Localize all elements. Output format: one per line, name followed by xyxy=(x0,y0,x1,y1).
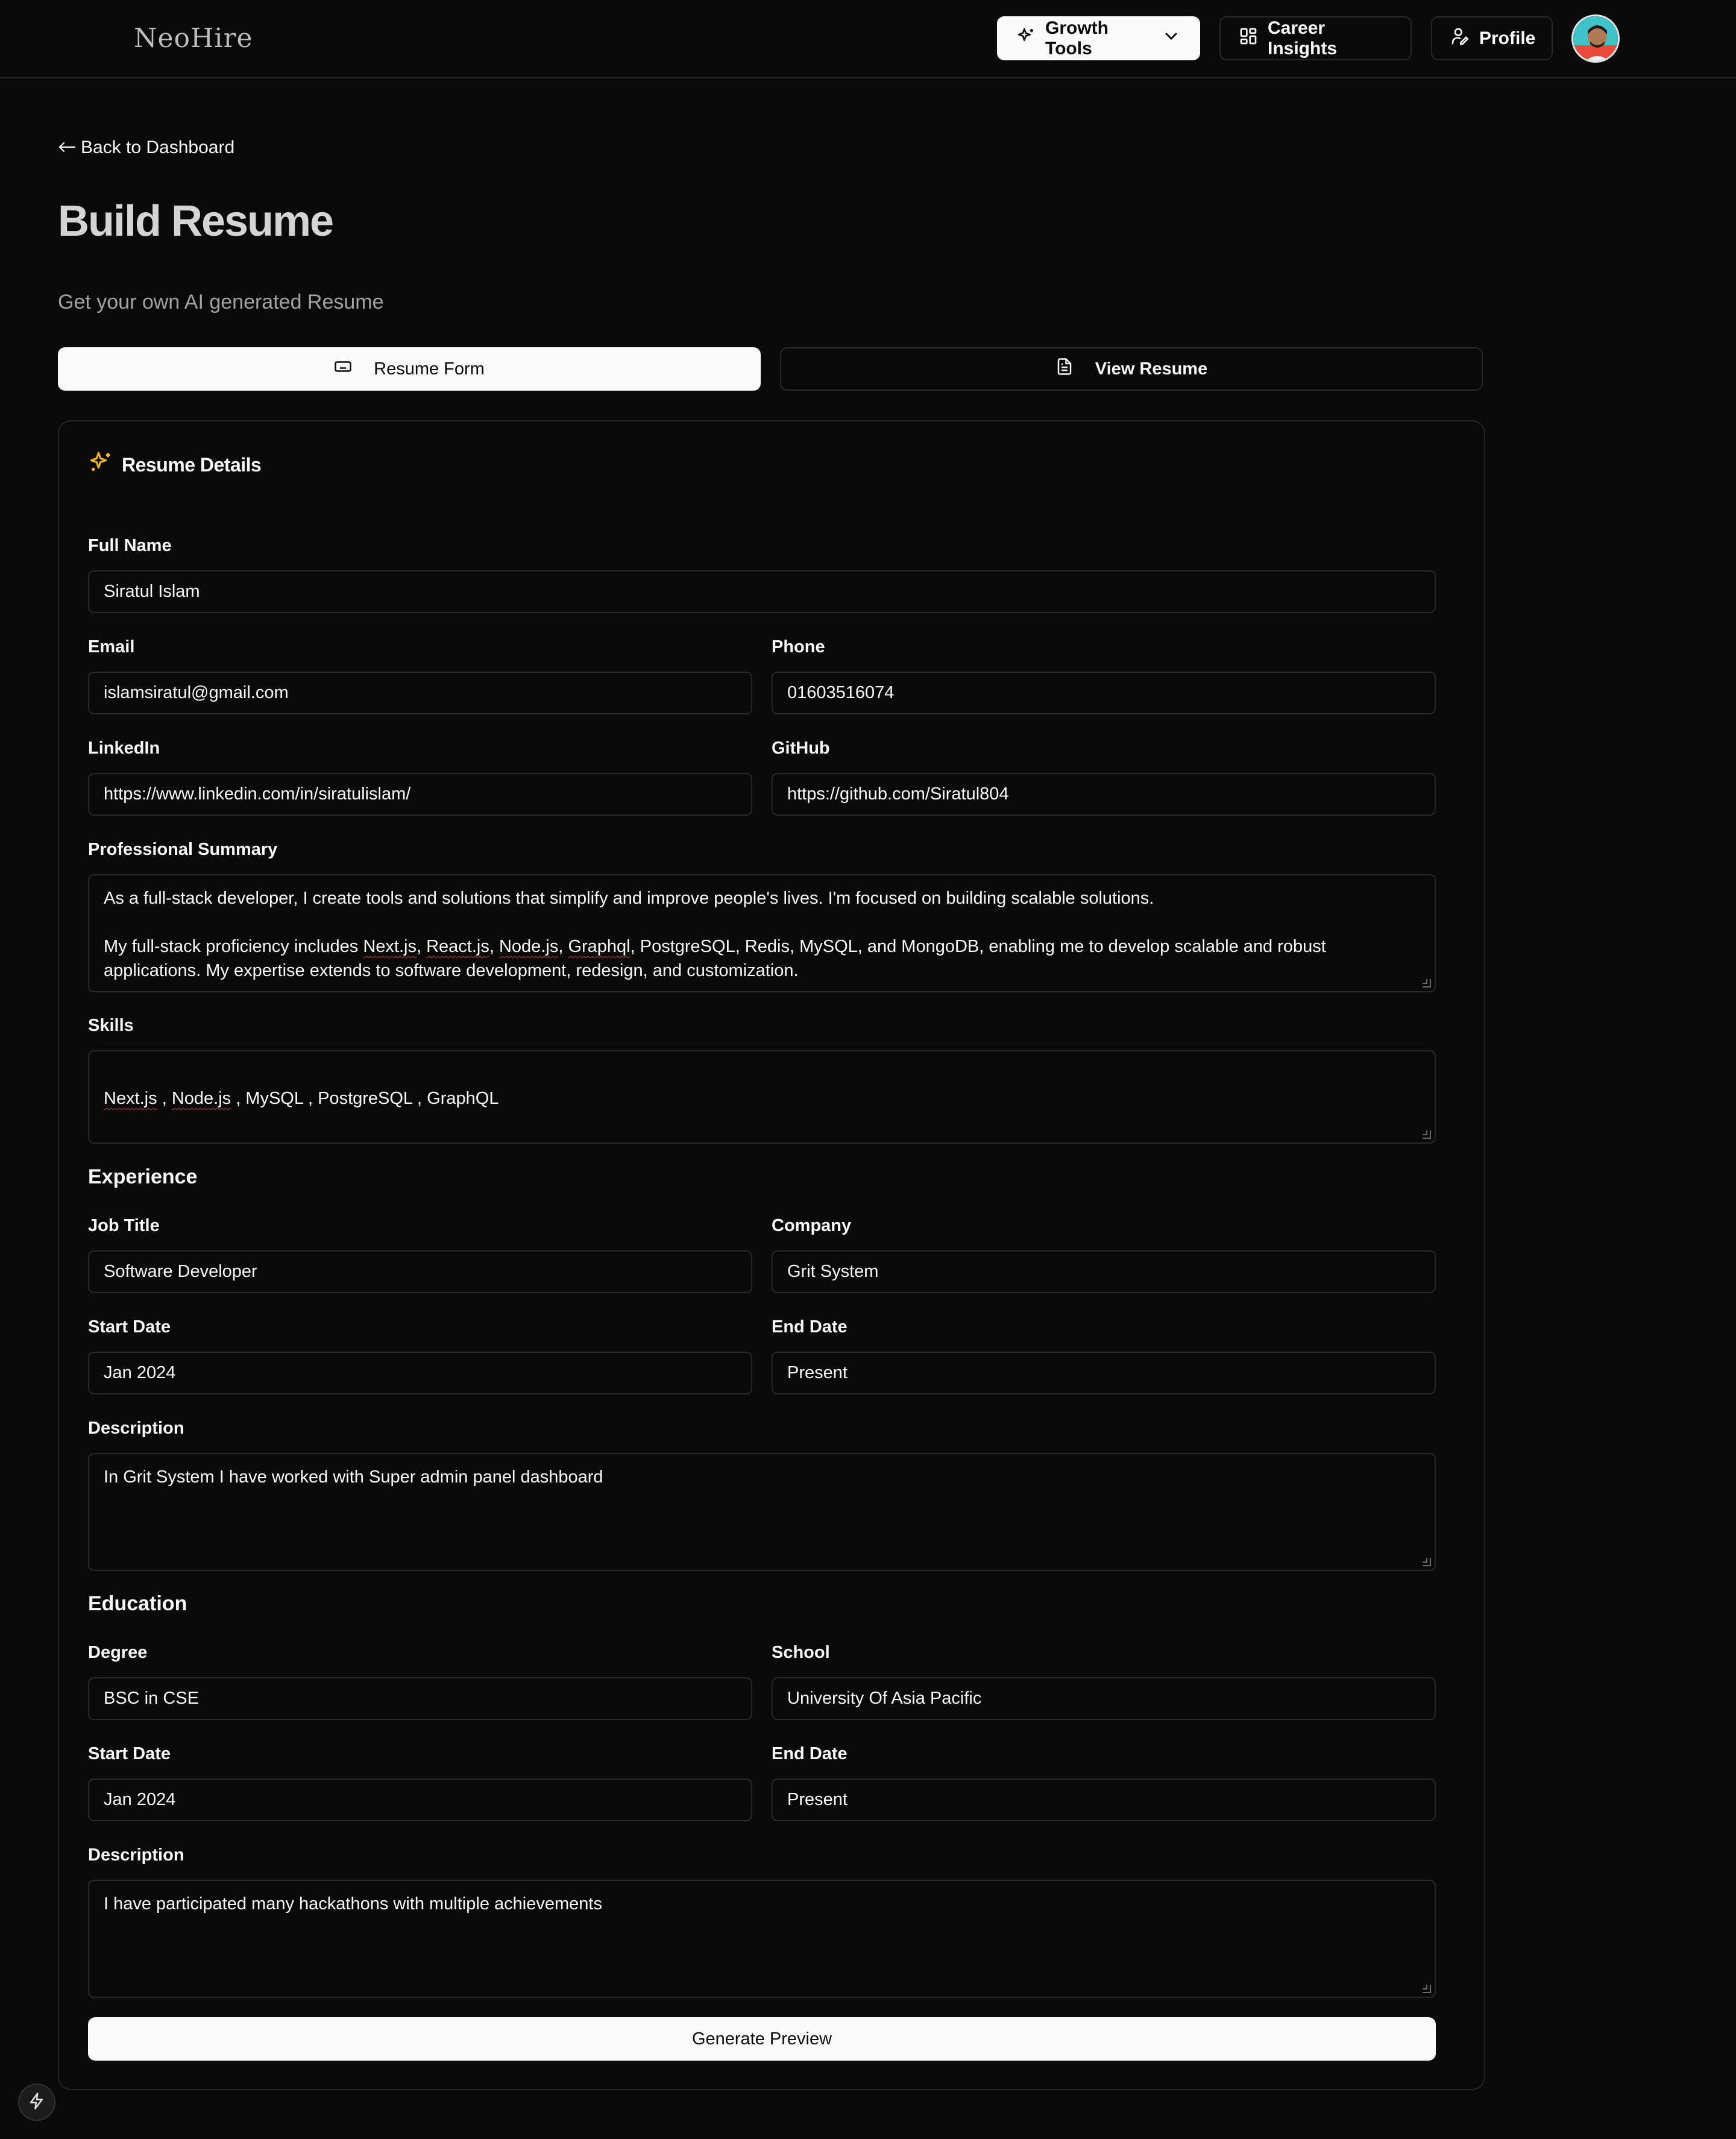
email-input[interactable]: islamsiratul@gmail.com xyxy=(88,672,752,714)
dev-tools-button[interactable] xyxy=(18,2084,55,2121)
page-title: Build Resume xyxy=(58,197,334,245)
tab-resume-form[interactable]: Resume Form xyxy=(58,347,761,391)
education-start-date-label: Start Date xyxy=(88,1744,171,1763)
bolt-icon xyxy=(28,2092,46,2113)
page-subtitle: Get your own AI generated Resume xyxy=(58,291,384,313)
school-label: School xyxy=(772,1643,830,1662)
skills-value: Next.js , Node.js , MySQL , PostgreSQL ,… xyxy=(104,1089,499,1108)
degree-input[interactable]: BSC in CSE xyxy=(88,1677,752,1720)
education-end-date-label: End Date xyxy=(772,1744,848,1763)
career-insights-button[interactable]: Career Insights xyxy=(1219,16,1412,60)
education-description-textarea[interactable]: I have participated many hackathons with… xyxy=(88,1880,1436,1998)
summary-paragraph-2: My full-stack proficiency includes Next.… xyxy=(104,937,1326,980)
app-logo[interactable]: NeoHire xyxy=(134,23,253,54)
education-heading: Education xyxy=(88,1592,187,1615)
professional-summary-label: Professional Summary xyxy=(88,840,278,859)
card-title: Resume Details xyxy=(88,450,262,480)
experience-description-label: Description xyxy=(88,1419,184,1438)
resize-handle[interactable] xyxy=(1423,1130,1431,1139)
sparkles-icon xyxy=(88,450,113,480)
school-input[interactable]: University Of Asia Pacific xyxy=(772,1677,1436,1720)
keyboard-icon xyxy=(334,358,352,380)
linkedin-input[interactable]: https://www.linkedin.com/in/siratulislam… xyxy=(88,773,752,816)
tab-resume-form-label: Resume Form xyxy=(374,359,485,379)
phone-label: Phone xyxy=(772,637,825,657)
generate-preview-button[interactable]: Generate Preview xyxy=(88,2017,1436,2061)
profile-button[interactable]: Profile xyxy=(1431,16,1553,60)
professional-summary-textarea[interactable]: As a full-stack developer, I create tool… xyxy=(88,874,1436,992)
email-label: Email xyxy=(88,637,135,657)
skills-textarea[interactable]: Next.js , Node.js , MySQL , PostgreSQL ,… xyxy=(88,1050,1436,1144)
degree-label: Degree xyxy=(88,1643,148,1662)
phone-input[interactable]: 01603516074 xyxy=(772,672,1436,714)
github-label: GitHub xyxy=(772,739,830,758)
experience-end-date-label: End Date xyxy=(772,1317,848,1337)
company-input[interactable]: Grit System xyxy=(772,1250,1436,1293)
experience-heading: Experience xyxy=(88,1165,198,1188)
grid-icon xyxy=(1239,27,1258,51)
user-avatar[interactable] xyxy=(1571,14,1620,63)
card-title-label: Resume Details xyxy=(122,453,262,476)
growth-tools-dropdown-button[interactable]: Growth Tools xyxy=(997,16,1200,60)
resize-handle[interactable] xyxy=(1423,1558,1431,1566)
experience-start-date-label: Start Date xyxy=(88,1317,171,1337)
education-start-date-input[interactable]: Jan 2024 xyxy=(88,1778,752,1821)
education-end-date-input[interactable]: Present xyxy=(772,1778,1436,1821)
education-description-label: Description xyxy=(88,1845,184,1865)
company-label: Company xyxy=(772,1216,852,1235)
resize-handle[interactable] xyxy=(1423,1985,1431,1993)
experience-description-value: In Grit System I have worked with Super … xyxy=(104,1467,603,1487)
job-title-label: Job Title xyxy=(88,1216,160,1235)
github-input[interactable]: https://github.com/Siratul804 xyxy=(772,773,1436,816)
experience-start-date-input[interactable]: Jan 2024 xyxy=(88,1352,752,1394)
profile-label: Profile xyxy=(1479,28,1536,48)
experience-description-textarea[interactable]: In Grit System I have worked with Super … xyxy=(88,1453,1436,1571)
career-insights-label: Career Insights xyxy=(1268,17,1338,58)
sparkles-icon xyxy=(1016,27,1036,51)
tab-view-resume-label: View Resume xyxy=(1095,359,1208,379)
user-pen-icon xyxy=(1450,27,1470,51)
skills-label: Skills xyxy=(88,1016,134,1035)
full-name-input[interactable]: Siratul Islam xyxy=(88,570,1436,613)
experience-end-date-input[interactable]: Present xyxy=(772,1352,1436,1394)
growth-tools-label: Growth Tools xyxy=(1045,17,1109,58)
back-to-dashboard-link[interactable]: Back to Dashboard xyxy=(58,137,234,158)
summary-paragraph-1: As a full-stack developer, I create tool… xyxy=(104,889,1154,908)
resize-handle[interactable] xyxy=(1423,979,1431,988)
linkedin-label: LinkedIn xyxy=(88,739,160,758)
file-text-icon xyxy=(1055,358,1074,380)
tab-view-resume[interactable]: View Resume xyxy=(780,347,1483,391)
full-name-label: Full Name xyxy=(88,536,172,555)
education-description-value: I have participated many hackathons with… xyxy=(104,1894,602,1914)
job-title-input[interactable]: Software Developer xyxy=(88,1250,752,1293)
chevron-down-icon xyxy=(1162,27,1181,51)
top-navigation-bar: NeoHire Growth Tools Career Insights Pro… xyxy=(0,0,1736,78)
back-link-label: Back to Dashboard xyxy=(81,137,235,157)
arrow-left-icon xyxy=(58,137,76,158)
